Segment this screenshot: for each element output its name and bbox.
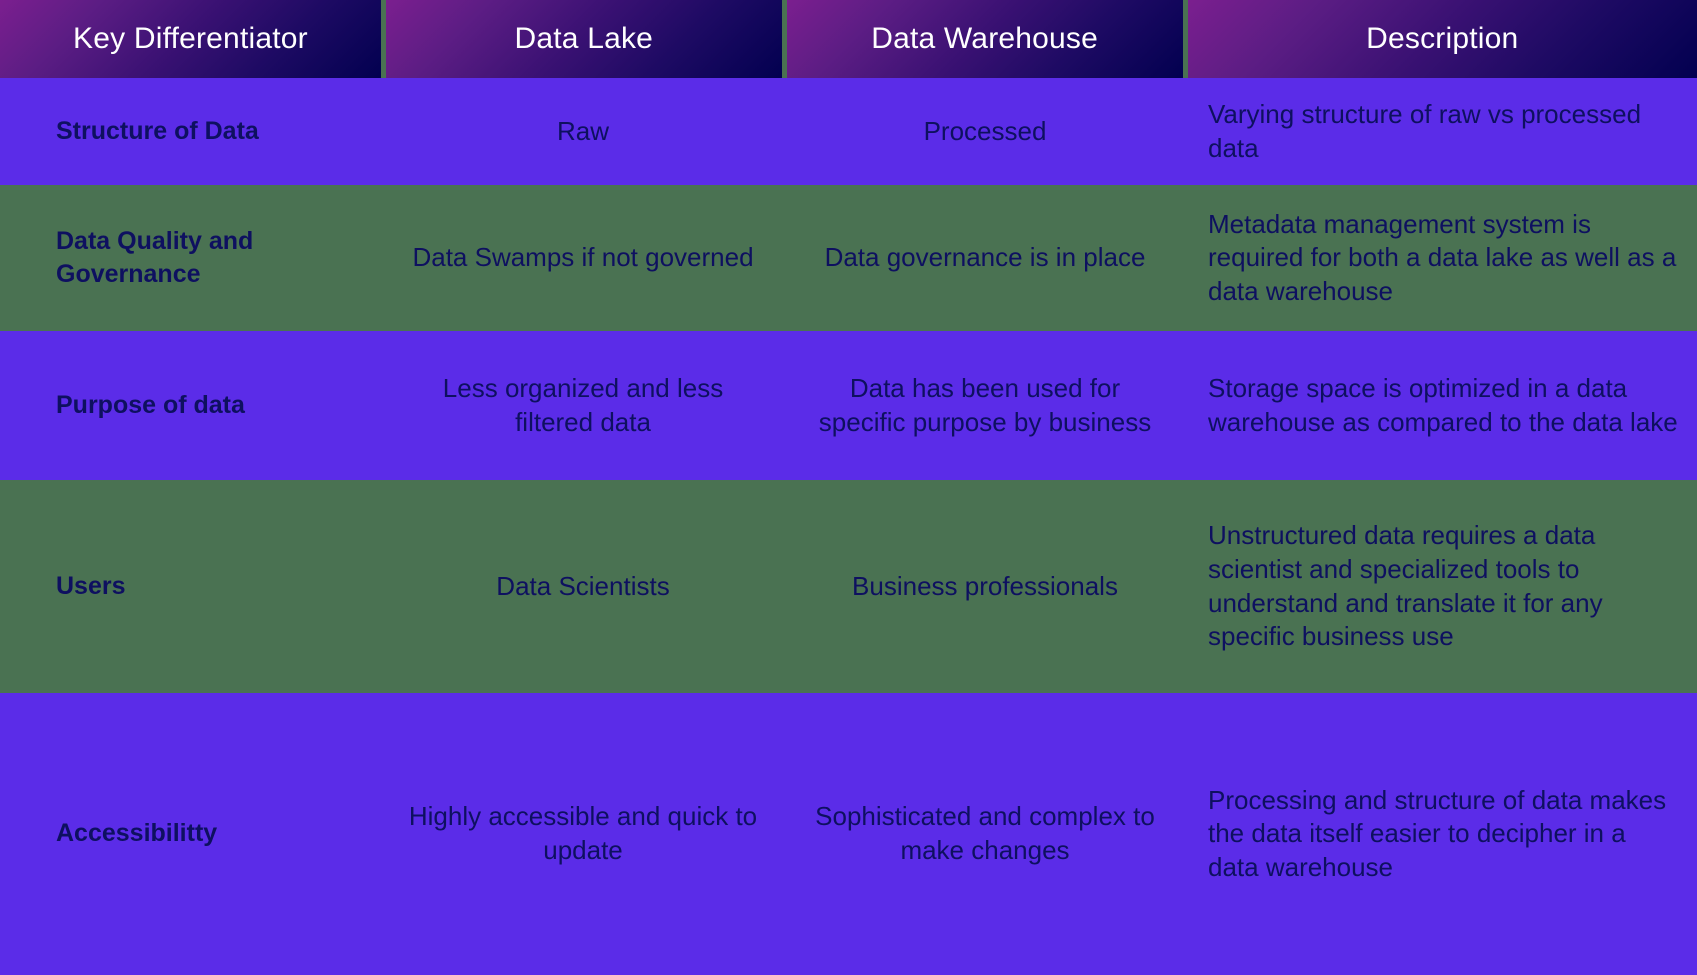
cell-data-warehouse: Sophisticated and complex to make change…: [815, 801, 1155, 865]
cell-data-warehouse: Data governance is in place: [824, 242, 1146, 273]
column-header-label: Data Lake: [514, 22, 654, 55]
cell-description: Processing and structure of data makes t…: [1208, 784, 1667, 882]
column-header-label: Data Warehouse: [871, 22, 1099, 55]
cell-data-lake: Less organized and less filtered data: [442, 372, 724, 437]
cell-key-differentiator: Structure of Data: [56, 116, 259, 145]
cell-description: Varying structure of raw vs processed da…: [1208, 98, 1642, 163]
column-header-label: Description: [1366, 22, 1519, 55]
cell-key-differentiator: Data Quality and Governance: [56, 226, 254, 288]
cell-description: Metadata management system is required f…: [1208, 208, 1677, 306]
table-row: Users Data Scientists Business professio…: [0, 480, 1697, 693]
column-header-data-lake: Data Lake: [385, 0, 782, 78]
cell-data-lake: Highly accessible and quick to update: [408, 801, 758, 865]
cell-data-warehouse: Processed: [923, 115, 1047, 146]
cell-description: Unstructured data requires a data scient…: [1208, 520, 1603, 652]
table-row: Accessibilitty Highly accessible and qui…: [0, 693, 1697, 975]
comparison-table: Key Differentiator Data Lake Data Wareho…: [0, 0, 1697, 975]
cell-data-lake: Raw: [556, 115, 609, 146]
column-header-data-warehouse: Data Warehouse: [786, 0, 1183, 78]
column-header-description: Description: [1187, 0, 1697, 78]
column-header-key-differentiator: Key Differentiator: [0, 0, 381, 78]
cell-key-differentiator: Users: [56, 571, 126, 600]
cell-data-lake: Data Scientists: [496, 570, 670, 601]
table-row: Structure of Data Raw Processed Varying …: [0, 78, 1697, 185]
cell-data-lake: Data Swamps if not governed: [412, 242, 754, 273]
table-row: Purpose of data Less organized and less …: [0, 331, 1697, 480]
table-row: Data Quality and Governance Data Swamps …: [0, 185, 1697, 331]
cell-description: Storage space is optimized in a data war…: [1208, 372, 1678, 437]
column-header-label: Key Differentiator: [73, 22, 308, 55]
cell-data-warehouse: Business professionals: [852, 570, 1118, 601]
cell-key-differentiator: Accessibilitty: [56, 819, 218, 848]
table-header-row: Key Differentiator Data Lake Data Wareho…: [0, 0, 1697, 78]
cell-data-warehouse: Data has been used for specific purpose …: [818, 372, 1152, 437]
cell-key-differentiator: Purpose of data: [56, 390, 245, 419]
